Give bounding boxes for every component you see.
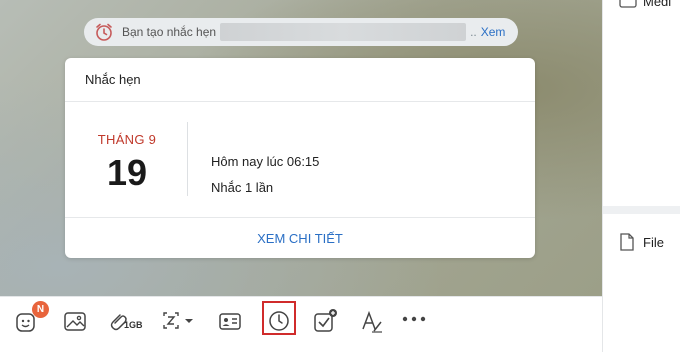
contact-card-button[interactable] — [216, 307, 244, 335]
image-icon — [64, 312, 86, 331]
more-icon — [402, 316, 426, 322]
chat-background: Bạn tạo nhắc hẹn .. Xem Nhắc hẹn THÁNG 9… — [0, 0, 602, 296]
contact-card-icon — [219, 313, 241, 330]
media-icon — [619, 0, 637, 8]
composer-toolbar — [0, 296, 602, 352]
notice-view-link[interactable]: Xem — [481, 25, 506, 39]
reminder-month: THÁNG 9 — [97, 132, 157, 147]
task-icon — [314, 309, 337, 332]
right-panel: Medi File — [602, 0, 680, 352]
attachment-size-label: 1GB — [124, 320, 143, 330]
reminder-card-body: THÁNG 9 19 Hôm nay lúc 06:15 Nhắc 1 lần — [65, 102, 535, 218]
file-icon — [620, 233, 634, 251]
text-format-button[interactable] — [357, 307, 385, 335]
notice-ellipsis: .. — [470, 25, 477, 39]
image-button[interactable] — [61, 307, 89, 335]
file-label[interactable]: File — [643, 235, 664, 250]
redacted-text — [220, 23, 467, 41]
screenshot-button[interactable] — [160, 307, 200, 335]
reminder-repeat: Nhắc 1 lần — [211, 180, 274, 195]
reminder-card: Nhắc hẹn THÁNG 9 19 Hôm nay lúc 06:15 Nh… — [65, 58, 535, 258]
reminder-button-highlight — [262, 301, 296, 335]
alarm-clock-icon — [96, 23, 112, 41]
reminder-time: Hôm nay lúc 06:15 — [211, 154, 320, 169]
text-format-icon — [362, 310, 382, 333]
more-button[interactable] — [400, 307, 428, 335]
reminder-notice: Bạn tạo nhắc hẹn .. Xem — [84, 18, 518, 46]
notice-text: Bạn tạo nhắc hẹn — [122, 25, 217, 39]
task-button[interactable] — [311, 307, 339, 335]
card-divider — [187, 122, 188, 196]
view-detail-button[interactable]: XEM CHI TIẾT — [65, 218, 535, 258]
sticker-new-badge: N — [32, 301, 49, 318]
screenshot-icon — [163, 312, 193, 329]
media-label[interactable]: Medi — [643, 0, 671, 9]
panel-separator — [603, 206, 680, 214]
reminder-day: 19 — [106, 152, 148, 193]
reminder-card-title: Nhắc hẹn — [65, 58, 535, 102]
